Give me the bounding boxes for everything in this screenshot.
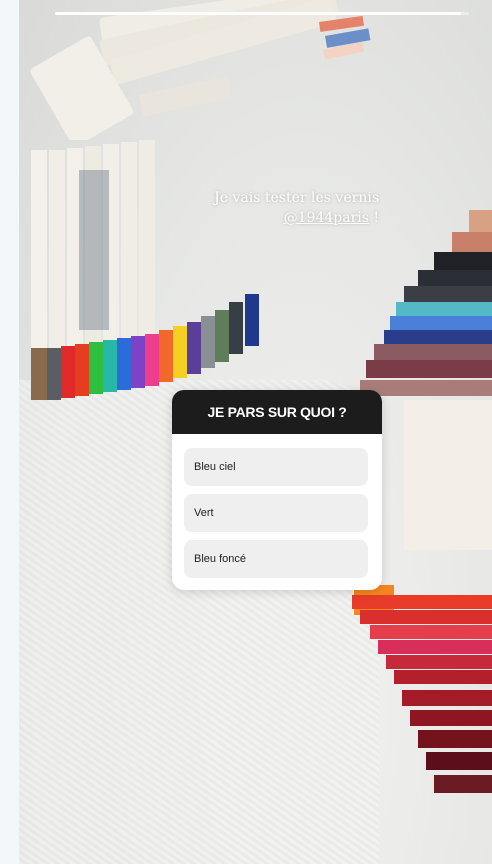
quiz-option-1[interactable]: Bleu ciel bbox=[184, 448, 368, 486]
story-caption: Je vais tester les vernis @1944paris ! bbox=[189, 188, 379, 228]
quiz-option-label: Bleu foncé bbox=[194, 553, 246, 565]
story-progress-fill bbox=[55, 12, 461, 15]
quiz-option-3[interactable]: Bleu foncé bbox=[184, 540, 368, 578]
quiz-sticker: JE PARS SUR QUOI ? Bleu ciel Vert Bleu f… bbox=[172, 390, 382, 590]
caption-suffix: ! bbox=[368, 210, 379, 226]
caption-line-2: @1944paris ! bbox=[189, 208, 379, 228]
story-progress-bar bbox=[55, 12, 469, 15]
caption-line-1: Je vais tester les vernis bbox=[214, 190, 379, 206]
left-swatch-fan bbox=[31, 140, 259, 400]
quiz-question: JE PARS SUR QUOI ? bbox=[172, 390, 382, 434]
left-margin bbox=[0, 0, 19, 864]
quiz-option-label: Bleu ciel bbox=[194, 461, 236, 473]
quiz-option-2[interactable]: Vert bbox=[184, 494, 368, 532]
quiz-option-label: Vert bbox=[194, 507, 214, 519]
caption-handle-link[interactable]: @1944paris bbox=[284, 210, 369, 226]
